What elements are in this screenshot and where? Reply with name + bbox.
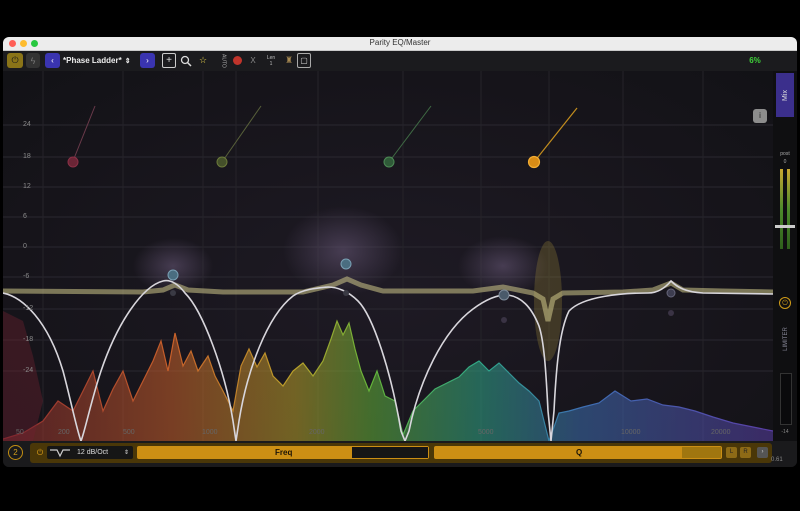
power-icon: ⏻ (11, 55, 19, 65)
preset-name: *Phase Ladder* (63, 56, 122, 65)
band-handle-2[interactable] (216, 156, 228, 168)
filter-shape-selector[interactable]: 12 dB/Oct ⇕ (47, 446, 133, 459)
length-control[interactable]: Len 1 (264, 53, 278, 68)
power-icon: ⏻ (782, 300, 788, 307)
output-gain-fader[interactable] (775, 225, 795, 228)
plus-icon: + (166, 55, 172, 66)
post-label: post (780, 151, 790, 157)
version-label: 0.61 (771, 457, 783, 463)
db-label: -12 (23, 305, 34, 312)
lightning-icon: ϟ (30, 55, 36, 66)
freq-label: 20000 (711, 429, 731, 436)
search-icon (180, 55, 192, 67)
freq-label: 200 (58, 429, 70, 436)
freq-label: Freq (275, 448, 293, 457)
band-handle-1[interactable] (67, 156, 79, 168)
db-label: 18 (23, 153, 31, 160)
band-dot (343, 290, 349, 296)
db-label: 0 (23, 243, 27, 250)
db-label: -24 (23, 367, 34, 374)
band-dot (501, 317, 507, 323)
more-icon: › (761, 449, 764, 455)
band-handle-7[interactable] (498, 289, 510, 301)
slope-value: 12 dB/Oct (77, 449, 109, 456)
lightning-button[interactable]: ϟ (26, 53, 40, 68)
previous-preset-button[interactable]: ‹ (45, 53, 60, 68)
freq-slider[interactable]: Freq (137, 446, 429, 459)
record-icon (232, 56, 242, 65)
right-channel-button[interactable]: R (740, 447, 751, 458)
mix-knob[interactable]: Mix (776, 73, 794, 117)
band-handle-6[interactable] (340, 258, 352, 270)
band-handle-4-selected[interactable] (527, 155, 541, 169)
next-preset-button[interactable]: › (140, 53, 155, 68)
freq-label: 500 (123, 429, 135, 436)
eq-display[interactable]: 24 18 12 6 0 -6 -12 -18 -24 50 200 500 1… (3, 71, 773, 441)
freq-label: 10000 (621, 429, 641, 436)
limiter-label: LIMITER (783, 327, 790, 351)
info-button[interactable]: i (753, 109, 767, 123)
output-meter-right (787, 169, 790, 249)
preset-selector[interactable]: *Phase Ladder* ⇕ (63, 53, 137, 68)
q-slider[interactable]: Q (434, 446, 722, 459)
sum-curve (3, 276, 773, 322)
output-side-panel: Mix post 0 ⏻ LIMITER -14 (773, 71, 797, 441)
power-icon: ⏻ (36, 448, 44, 457)
favorite-button[interactable]: ☆ (196, 53, 210, 68)
limiter-meter (780, 373, 792, 425)
freq-label: 1000 (202, 429, 218, 436)
length-value: 1 (269, 60, 273, 67)
db-label: 6 (23, 213, 27, 220)
freq-label: 50 (16, 429, 24, 436)
limiter-power-button[interactable]: ⏻ (779, 297, 791, 309)
db-label: -6 (23, 273, 30, 280)
db-label: 24 (23, 121, 31, 128)
record-button[interactable] (231, 53, 243, 68)
add-band-button[interactable]: + (162, 53, 176, 68)
updown-arrow-icon: ⇕ (123, 450, 129, 456)
freq-label: 5000 (478, 429, 494, 436)
band-handle-3[interactable] (383, 156, 395, 168)
frame-icon: ▢ (300, 56, 308, 65)
mix-label: Mix (781, 89, 789, 101)
freq-slider-track (352, 447, 428, 458)
post-value: 0 (783, 159, 787, 165)
cpu-meter: 6% (749, 56, 761, 65)
q-label: Q (576, 448, 583, 457)
eq-graph (3, 71, 773, 441)
notch-shape-icon (50, 448, 70, 457)
band-power-button[interactable]: ⏻ (34, 447, 46, 459)
left-channel-button[interactable]: L (726, 447, 737, 458)
metronome-icon: ♜ (284, 55, 294, 65)
view-mode-button[interactable]: ▢ (297, 53, 311, 68)
band-more-button[interactable]: › (757, 447, 768, 458)
bypass-power-button[interactable]: ⏻ (7, 53, 23, 68)
chevron-left-icon: ‹ (51, 56, 54, 65)
plugin-window: Parity EQ/Master ⏻ ϟ ‹ *Phase Ladder* ⇕ … (3, 37, 797, 467)
band-handle-8[interactable] (666, 288, 676, 298)
auto-toggle[interactable]: AUTO (219, 53, 228, 68)
db-label: 12 (23, 183, 31, 190)
star-icon: ☆ (198, 55, 208, 65)
output-meter-left (780, 169, 783, 249)
band-number-badge[interactable]: 2 (8, 445, 23, 460)
window-title: Parity EQ/Master (369, 38, 431, 47)
clear-button[interactable]: X (248, 53, 258, 68)
band-controls: 2 ⏻ 12 dB/Oct ⇕ Freq Q L R › 0.61 (3, 441, 797, 467)
metronome-button[interactable]: ♜ (284, 53, 294, 68)
freq-label: 2000 (309, 429, 325, 436)
title-bar: Parity EQ/Master (3, 37, 797, 51)
info-icon: i (759, 111, 761, 120)
band-dot (668, 310, 674, 316)
chevron-right-icon: › (146, 56, 149, 65)
updown-arrow-icon: ⇕ (124, 57, 131, 65)
limiter-value: -14 (781, 429, 789, 435)
band-handle-5[interactable] (167, 269, 179, 281)
search-button[interactable] (179, 53, 193, 68)
limiter-toggle[interactable]: LIMITER (780, 317, 792, 361)
db-label: -18 (23, 336, 34, 343)
band-dot (170, 290, 176, 296)
q-slider-track (682, 447, 721, 458)
toolbar: ⏻ ϟ ‹ *Phase Ladder* ⇕ › + ☆ AUTO X Len … (3, 51, 797, 71)
